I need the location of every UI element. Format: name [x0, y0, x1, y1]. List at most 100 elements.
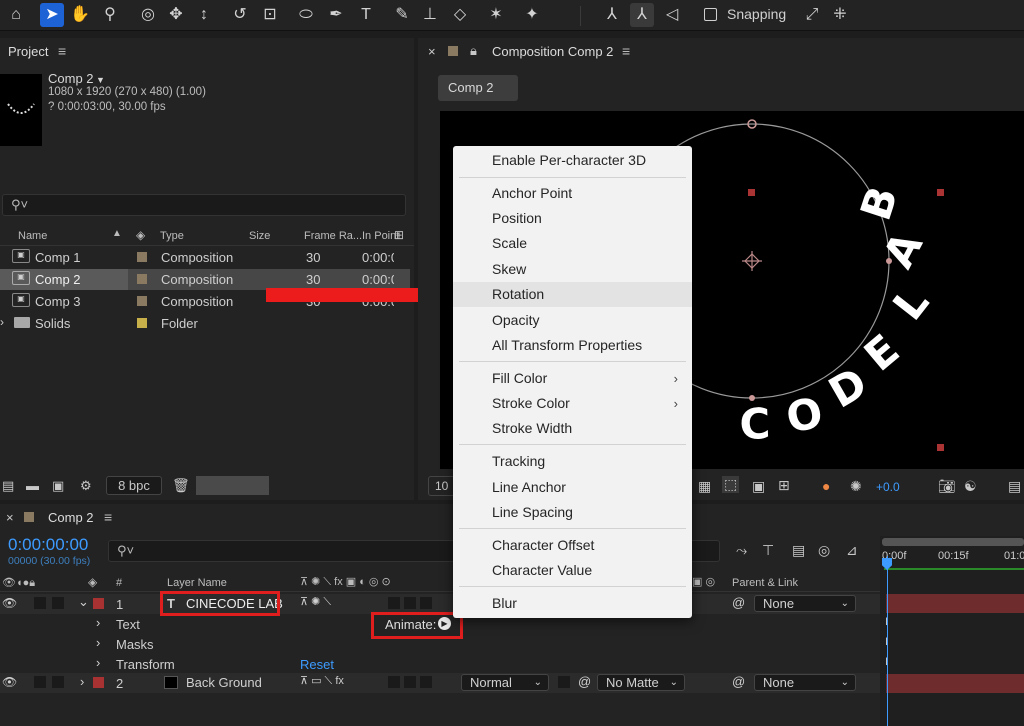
snap-grid-icon[interactable]: ⁜ — [828, 3, 852, 27]
expand-chevron-icon[interactable]: › — [96, 635, 100, 650]
menu-item-anchor-point[interactable]: Anchor Point — [453, 181, 692, 206]
reset-link[interactable]: Reset — [300, 657, 334, 672]
trash-icon[interactable]: 🗑 — [172, 477, 190, 494]
track-matte-dropdown[interactable]: No Matte ⌄ — [597, 674, 685, 691]
layer-1-bar[interactable] — [886, 594, 1024, 613]
comp-name-label[interactable]: Comp 2 ▼ — [48, 71, 105, 86]
pickwhip-icon[interactable]: @ — [732, 595, 745, 610]
menu-item-per-char-3d[interactable]: Enable Per-character 3D — [453, 148, 692, 173]
channels-icon[interactable]: ● — [822, 478, 830, 494]
menu-item-rotation[interactable]: Rotation — [453, 282, 692, 307]
col-type[interactable]: Type — [160, 230, 184, 242]
menu-item-position[interactable]: Position — [453, 206, 692, 231]
type-icon[interactable]: T — [354, 3, 378, 27]
graph-editor-icon[interactable]: ⊿ — [846, 542, 858, 559]
axis-local-icon[interactable]: ⅄ — [600, 3, 624, 27]
parent-dropdown[interactable]: None ⌄ — [754, 674, 856, 691]
eraser-icon[interactable]: ◇ — [448, 3, 472, 27]
snapshot-camera-icon[interactable]: 📷︎ — [938, 478, 956, 495]
axis-view-icon[interactable]: ◁ — [660, 3, 684, 27]
menu-item-opacity[interactable]: Opacity — [453, 308, 692, 333]
orbit-camera-icon[interactable]: ◎ — [136, 3, 160, 27]
property-transform[interactable]: › Transform Reset — [0, 654, 880, 674]
close-icon[interactable]: × — [6, 510, 14, 525]
pickwhip-icon[interactable]: @ — [578, 674, 591, 689]
snap-expand-icon[interactable]: ⤢ — [800, 3, 824, 27]
visibility-eye-icon[interactable]: 👁 — [2, 675, 17, 689]
menu-item-tracking[interactable]: Tracking — [453, 449, 692, 474]
project-item-comp1[interactable]: ▣ Comp 1 Composition 30 0:00:0 — [0, 247, 410, 268]
layer-row-1[interactable]: 👁 ⌄ 1 T CINECODE LAB ⊼ ✺ ⟍ @ None ⌄ — [0, 594, 880, 614]
menu-item-line-anchor[interactable]: Line Anchor — [453, 475, 692, 500]
pan-camera-icon[interactable]: ✥ — [164, 3, 188, 27]
roi-icon[interactable]: ▣ — [752, 478, 765, 495]
timeline-tab[interactable]: Comp 2 — [48, 510, 94, 525]
label-tag-icon[interactable]: ◈ — [136, 228, 145, 242]
pen-icon[interactable]: ✒ — [324, 3, 348, 27]
menu-item-fill-color[interactable]: Fill Color › — [453, 366, 692, 391]
zoom-icon[interactable]: ⚲ — [98, 3, 122, 27]
current-timecode[interactable]: 0:00:00:00 — [8, 535, 88, 555]
work-area-bar[interactable] — [882, 538, 1024, 546]
ellipse-icon[interactable]: ⬭ — [294, 3, 318, 27]
menu-item-character-offset[interactable]: Character Offset — [453, 533, 692, 558]
expand-chevron-icon[interactable]: › — [96, 615, 100, 630]
layer-2-bar[interactable] — [886, 674, 1024, 693]
col-layer-name[interactable]: Layer Name — [167, 577, 227, 589]
col-parent[interactable]: Parent & Link — [732, 577, 798, 589]
panel-menu-icon[interactable]: ≡ — [58, 43, 66, 59]
transparency-grid-icon[interactable]: ▦ — [698, 478, 711, 495]
panel-menu-icon[interactable]: ≡ — [622, 43, 630, 59]
lock-box[interactable] — [52, 676, 64, 688]
menu-item-blur[interactable]: Blur — [453, 591, 692, 616]
lock-icon[interactable]: 🔒︎ — [470, 43, 477, 59]
project-item-solids[interactable]: › Solids Folder — [0, 313, 410, 334]
pickwhip-icon[interactable]: @ — [732, 674, 745, 689]
comp-tab[interactable]: Comp 2 — [438, 75, 518, 101]
rotate-icon[interactable]: ↺ — [228, 3, 252, 27]
expand-chevron-icon[interactable]: › — [0, 315, 4, 329]
safe-zones-icon[interactable]: ⊞ — [778, 477, 790, 494]
mask-path-icon[interactable]: ⬚ — [722, 476, 740, 493]
layer-switches[interactable]: ⊼ ▭ ⟍ fx — [300, 674, 344, 688]
col-size[interactable]: Size — [249, 230, 270, 242]
hand-icon[interactable]: ✋ — [68, 3, 92, 27]
viewer-more-icon[interactable]: ▤ — [1008, 478, 1021, 495]
dolly-camera-icon[interactable]: ↕ — [192, 3, 216, 27]
puppet-pin-icon[interactable]: ✦ — [520, 3, 544, 27]
menu-item-stroke-width[interactable]: Stroke Width — [453, 416, 692, 441]
collapse-chevron-icon[interactable]: ⌄ — [78, 594, 89, 610]
layer-switches[interactable]: ⊼ ✺ ⟍ — [300, 595, 331, 609]
comp-flowchart-icon[interactable]: ⤳ — [736, 542, 747, 559]
layer-row-2[interactable]: 👁 › 2 Back Ground ⊼ ▭ ⟍ fx Normal ⌄ @ No … — [0, 673, 880, 693]
time-ruler-area[interactable]: 0:00f 00:15f 01:0 I I I — [880, 536, 1024, 726]
new-comp-icon[interactable]: ▣ — [52, 478, 64, 494]
flowchart-icon[interactable]: ⊞ — [394, 228, 404, 242]
solo-box[interactable] — [34, 676, 46, 688]
snapping-checkbox[interactable] — [704, 8, 717, 21]
frame-blending-icon[interactable]: ▤ — [792, 542, 805, 559]
show-snapshot-icon[interactable]: ☯ — [964, 478, 977, 495]
menu-item-scale[interactable]: Scale — [453, 231, 692, 256]
label-swatch[interactable] — [93, 677, 104, 688]
blend-mode-dropdown[interactable]: Normal ⌄ — [461, 674, 549, 691]
brush-icon[interactable]: ✎ — [390, 3, 414, 27]
selection-arrow-icon[interactable]: ➤ — [40, 3, 64, 27]
playhead[interactable] — [887, 556, 888, 726]
panel-menu-icon[interactable]: ≡ — [104, 509, 112, 525]
sort-up-icon[interactable]: ▲ — [112, 228, 122, 239]
motion-blur-icon[interactable]: ◎ — [818, 542, 830, 559]
menu-item-stroke-color[interactable]: Stroke Color › — [453, 391, 692, 416]
roto-brush-icon[interactable]: ✶ — [484, 3, 508, 27]
color-management-icon[interactable]: ✺ — [850, 478, 862, 495]
project-search-input[interactable]: ⚲˅ — [2, 194, 406, 216]
close-icon[interactable]: × — [428, 44, 436, 59]
label-swatch[interactable] — [93, 598, 104, 609]
menu-item-character-value[interactable]: Character Value — [453, 558, 692, 583]
interpret-footage-icon[interactable]: ▤ — [2, 478, 14, 494]
bpc-button[interactable]: 8 bpc — [106, 476, 162, 495]
layer-name[interactable]: Back Ground — [186, 675, 262, 690]
home-icon[interactable]: ⌂ — [4, 3, 28, 27]
expand-chevron-icon[interactable]: › — [96, 655, 100, 670]
axis-world-icon[interactable]: ⅄ — [630, 3, 654, 27]
